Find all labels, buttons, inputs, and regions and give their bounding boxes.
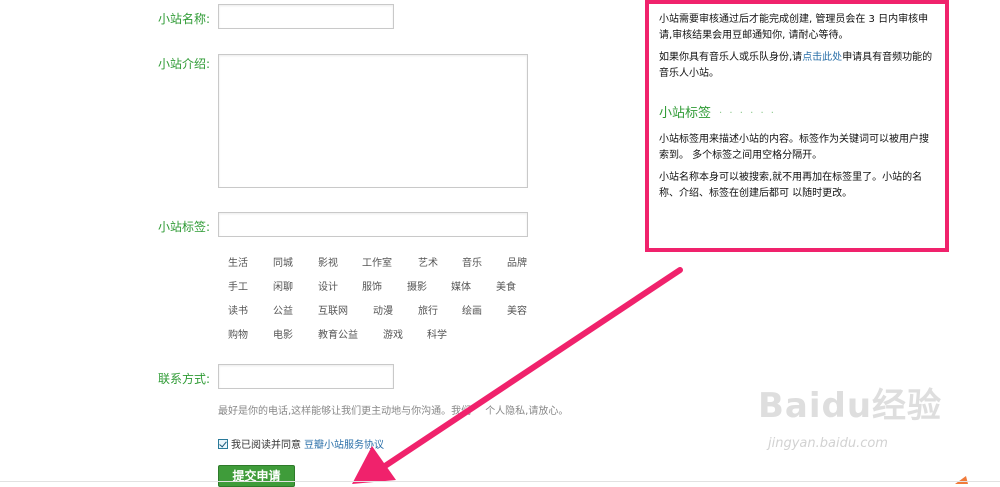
baidu-watermark: Baidu经验 jingyan.baidu.com: [758, 378, 948, 468]
watermark-url: jingyan.baidu.com: [768, 436, 888, 451]
watermark-brand: Baidu经验: [758, 386, 943, 426]
bottom-divider: [0, 481, 1000, 482]
